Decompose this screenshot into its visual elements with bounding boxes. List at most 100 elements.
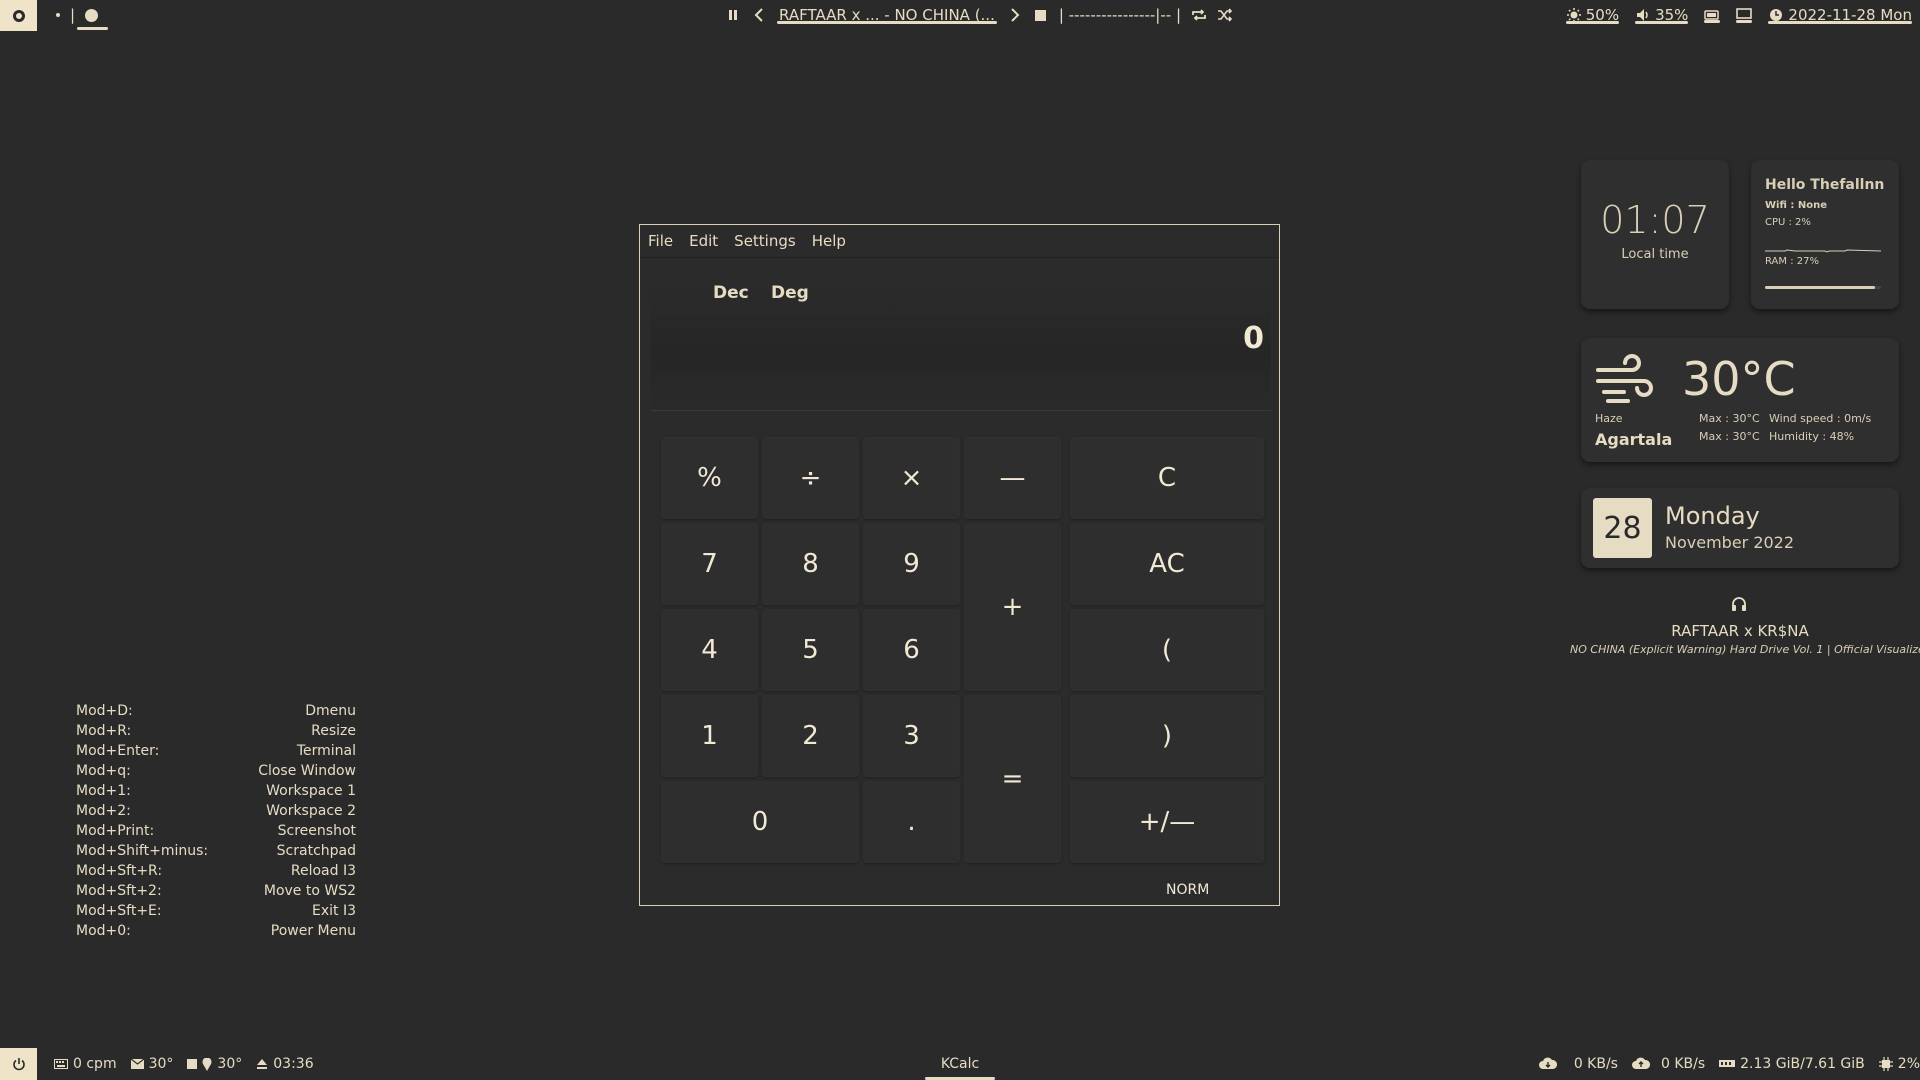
volume-indicator[interactable]: 35% xyxy=(1635,6,1689,24)
all-clear-button[interactable]: AC xyxy=(1070,523,1264,605)
legend-action: Resize xyxy=(311,723,356,739)
zero-button[interactable]: 0 xyxy=(661,781,859,863)
eject-icon xyxy=(257,1059,268,1069)
next-icon[interactable] xyxy=(1007,7,1023,23)
calculator-display: Dec Deg 0 xyxy=(651,269,1271,411)
display-indicator[interactable] xyxy=(1736,7,1753,23)
legend-row: Mod+Sft+2: Move to WS2 xyxy=(76,883,356,903)
legend-action: Scratchpad xyxy=(276,843,356,859)
memory-icon xyxy=(1719,1060,1736,1067)
system-status: 50% 35% 2022-11-28 Mon xyxy=(1565,0,1912,30)
menu-file[interactable]: File xyxy=(648,232,673,250)
media-player: RAFTAAR x ... - NO CHINA (... | --------… xyxy=(725,0,1233,30)
shuffle-icon[interactable] xyxy=(1217,7,1233,23)
cpu-graph xyxy=(1765,249,1881,253)
eight-button[interactable]: 8 xyxy=(762,523,859,605)
legend-row: Mod+Print: Screenshot xyxy=(76,823,356,843)
legend-key: Mod+D: xyxy=(76,703,133,719)
menu-edit[interactable]: Edit xyxy=(689,232,718,250)
download-speed-value: 0 KB/s xyxy=(1573,1056,1618,1072)
close-paren-button[interactable]: ) xyxy=(1070,695,1264,777)
active-window-text: KCalc xyxy=(940,1056,980,1072)
menu-bar: File Edit Settings Help xyxy=(640,225,1279,258)
multiply-button[interactable]: × xyxy=(863,437,960,519)
clock-label: Local time xyxy=(1621,247,1689,262)
stop-icon[interactable] xyxy=(1033,7,1049,23)
power-button[interactable] xyxy=(0,1048,37,1080)
repeat-icon[interactable] xyxy=(1191,7,1207,23)
pause-icon[interactable] xyxy=(725,7,741,23)
legend-action: Workspace 2 xyxy=(266,803,356,819)
keybinding-legend: Mod+D: Dmenu Mod+R: Resize Mod+Enter: Termi… xyxy=(76,703,356,943)
active-window-title[interactable]: KCalc xyxy=(925,1048,995,1080)
legend-action: Reload I3 xyxy=(290,863,356,879)
datetime-indicator[interactable]: 2022-11-28 Mon xyxy=(1768,6,1912,24)
legend-action: Close Window xyxy=(258,763,356,779)
temperature-1-value: 30° xyxy=(148,1056,174,1072)
temperature-2-value: 30° xyxy=(217,1056,243,1072)
temperature-1: 30° xyxy=(130,1056,174,1072)
legend-action: Exit I3 xyxy=(312,903,356,919)
divide-button[interactable]: ÷ xyxy=(762,437,859,519)
top-bar: | RAFTAAR x ... - NO CHINA (... | ------… xyxy=(0,0,1920,31)
menu-help[interactable]: Help xyxy=(812,232,846,250)
legend-row: Mod+Shift+minus: Scratchpad xyxy=(76,843,356,863)
clear-button[interactable]: C xyxy=(1070,437,1264,519)
workspace-1-indicator[interactable] xyxy=(56,13,60,17)
temperature-2: 30° xyxy=(187,1056,242,1072)
headphones-icon xyxy=(1732,597,1746,611)
launcher-button[interactable] xyxy=(0,0,37,31)
media-progress[interactable]: | ----------------|-- | xyxy=(1059,6,1181,24)
brightness-underline xyxy=(1565,21,1620,24)
wind-icon xyxy=(1596,354,1653,403)
chip-icon xyxy=(187,1059,198,1069)
nine-button[interactable]: 9 xyxy=(863,523,960,605)
launcher-icon xyxy=(12,9,25,22)
one-button[interactable]: 1 xyxy=(661,695,758,777)
legend-row: Mod+2: Workspace 2 xyxy=(76,803,356,823)
kcalc-window: File Edit Settings Help Dec Deg 0 % ÷ × … xyxy=(639,224,1280,906)
two-button[interactable]: 2 xyxy=(762,695,859,777)
day-number: 28 xyxy=(1593,498,1652,558)
bottom-bar: 0 cpm 30° 30° 03:36 KCalc 0 KB/s 0 KB/s xyxy=(0,1048,1920,1080)
add-button[interactable]: + xyxy=(964,523,1061,691)
workspace-underline xyxy=(77,27,109,30)
previous-icon[interactable] xyxy=(751,7,767,23)
media-progress-text: ----------------|-- xyxy=(1068,6,1172,24)
angle-mode-label: Deg xyxy=(771,283,809,303)
legend-key: Mod+Enter: xyxy=(76,743,160,759)
system-info-widget: Hello Thefallnn Wifi : None CPU : 2% RAM… xyxy=(1751,160,1899,309)
five-button[interactable]: 5 xyxy=(762,609,859,691)
cpu-usage: 2% xyxy=(1878,1056,1920,1072)
power-icon xyxy=(12,1058,25,1071)
media-title[interactable]: RAFTAAR x ... - NO CHINA (... xyxy=(777,6,997,24)
display-value: 0 xyxy=(1243,321,1264,356)
subtract-button[interactable]: — xyxy=(964,437,1061,519)
ram-bar xyxy=(1765,286,1881,289)
four-button[interactable]: 4 xyxy=(661,609,758,691)
typing-speed-value: 0 cpm xyxy=(73,1056,117,1072)
legend-row: Mod+q: Close Window xyxy=(76,763,356,783)
mail-icon xyxy=(130,1059,144,1069)
weather-condition: Haze xyxy=(1595,412,1623,425)
uptime-value: 03:36 xyxy=(273,1056,314,1072)
three-button[interactable]: 3 xyxy=(863,695,960,777)
percent-button[interactable]: % xyxy=(661,437,758,519)
open-paren-button[interactable]: ( xyxy=(1070,609,1264,691)
decimal-button[interactable]: . xyxy=(863,781,960,863)
equals-button[interactable]: = xyxy=(964,695,1061,863)
cpu-icon xyxy=(1878,1057,1893,1071)
brightness-indicator[interactable]: 50% xyxy=(1565,6,1620,24)
six-button[interactable]: 6 xyxy=(863,609,960,691)
legend-action: Terminal xyxy=(296,743,356,759)
bottom-left-stats: 0 cpm 30° 30° 03:36 xyxy=(54,1048,314,1080)
weather-temperature: 30°C xyxy=(1682,352,1796,406)
active-workspace-icon xyxy=(85,8,99,22)
legend-key: Mod+1: xyxy=(76,783,131,799)
menu-settings[interactable]: Settings xyxy=(734,232,796,250)
month-year: November 2022 xyxy=(1665,533,1795,552)
seven-button[interactable]: 7 xyxy=(661,523,758,605)
battery-indicator[interactable] xyxy=(1704,7,1721,23)
sign-toggle-button[interactable]: +/— xyxy=(1070,781,1264,863)
workspace-2-indicator[interactable] xyxy=(77,0,109,30)
